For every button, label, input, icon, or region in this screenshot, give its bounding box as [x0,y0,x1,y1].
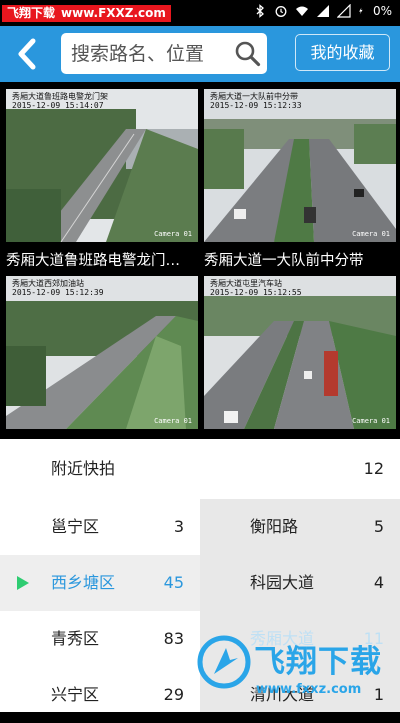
district-label: 青秀区 [51,629,100,648]
district-count: 29 [163,685,184,704]
camera-overlay: 秀厢大道屯里汽车站 2015-12-09 15:12:55 [210,279,302,297]
site-name: 飞翔下载 [7,6,56,20]
district-count: 45 [163,573,184,592]
search-input[interactable] [71,33,229,74]
road-label: 衡阳路 [250,517,299,536]
camera-overlay: 秀厢大道西郊加油站 2015-12-09 15:12:39 [12,279,104,297]
battery-charging-icon [359,7,363,15]
district-item-selected[interactable]: 西乡塘区 45 [0,555,200,611]
camera-snapshot[interactable]: 秀厢大道鲁班路电警龙门架 2015-12-09 15:14:07 Camera 0… [6,89,198,242]
back-arrow-icon [18,38,36,70]
site-url: www.FXXZ.com [61,6,166,20]
district-item[interactable]: 青秀区 83 [0,611,200,667]
wifi-icon [295,6,308,16]
nearby-snapshots-row[interactable]: 附近快拍 12 [0,439,400,499]
camera-grid: 秀厢大道鲁班路电警龙门架 2015-12-09 15:14:07 Camera 0… [0,82,400,439]
camera-name: 秀厢大道鲁班路电警龙门… [6,253,180,269]
road-count: 4 [373,573,384,592]
camera-tag: Camera 01 [154,417,192,425]
nearby-label: 附近快拍 [51,459,116,478]
search-box[interactable] [61,33,267,74]
watermark-text: 飞翔下载 [254,644,382,680]
status-bar: 飞翔下载 www.FXXZ.com 0% [0,0,400,26]
signal-icon [316,5,329,17]
road-count: 5 [373,517,384,536]
camera-snapshot[interactable]: 秀厢大道一大队前中分带 2015-12-09 15:12:33 Camera 01 [204,89,396,242]
camera-overlay: 秀厢大道一大队前中分带 2015-12-09 15:12:33 [210,92,302,110]
site-badge: 飞翔下载 www.FXXZ.com [2,5,171,22]
district-count: 3 [173,517,184,536]
watermark-url: www.fxxz.com [256,682,362,697]
road-item[interactable]: 衡阳路 5 [200,499,400,555]
camera-tag: Camera 01 [154,230,192,238]
signal-2-icon [336,4,351,18]
camera-snapshot[interactable]: 秀厢大道屯里汽车站 2015-12-09 15:12:55 Camera 01 [204,276,396,429]
district-label: 西乡塘区 [51,573,116,592]
district-count: 83 [163,629,184,648]
nearby-count: 12 [363,459,384,478]
alarm-icon [275,6,287,17]
road-item[interactable]: 科园大道 4 [200,555,400,611]
camera-tag: Camera 01 [352,230,390,238]
search-icon[interactable] [234,40,261,67]
road-label: 科园大道 [250,573,315,592]
status-icons: 0% [253,4,392,18]
battery-level: 0% [372,4,392,18]
play-indicator-icon [17,576,29,590]
camera-overlay: 秀厢大道鲁班路电警龙门架 2015-12-09 15:14:07 [12,92,108,110]
site-watermark: 飞翔下载 www.fxxz.com [190,630,400,712]
watermark-logo-icon [197,635,251,689]
back-button[interactable] [8,34,46,74]
camera-snapshot[interactable]: 秀厢大道西郊加油站 2015-12-09 15:12:39 Camera 01 [6,276,198,429]
header-bar: 我的收藏 [0,26,400,82]
bluetooth-icon [256,4,264,18]
district-item[interactable]: 兴宁区 29 [0,667,200,723]
camera-name: 秀厢大道一大队前中分带 [204,253,364,269]
district-label: 邕宁区 [51,517,100,536]
my-favorites-button[interactable]: 我的收藏 [295,34,390,71]
camera-tag: Camera 01 [352,417,390,425]
district-list: 邕宁区 3 西乡塘区 45 青秀区 83 兴宁区 29 [0,499,200,712]
district-label: 兴宁区 [51,685,100,704]
district-item[interactable]: 邕宁区 3 [0,499,200,555]
